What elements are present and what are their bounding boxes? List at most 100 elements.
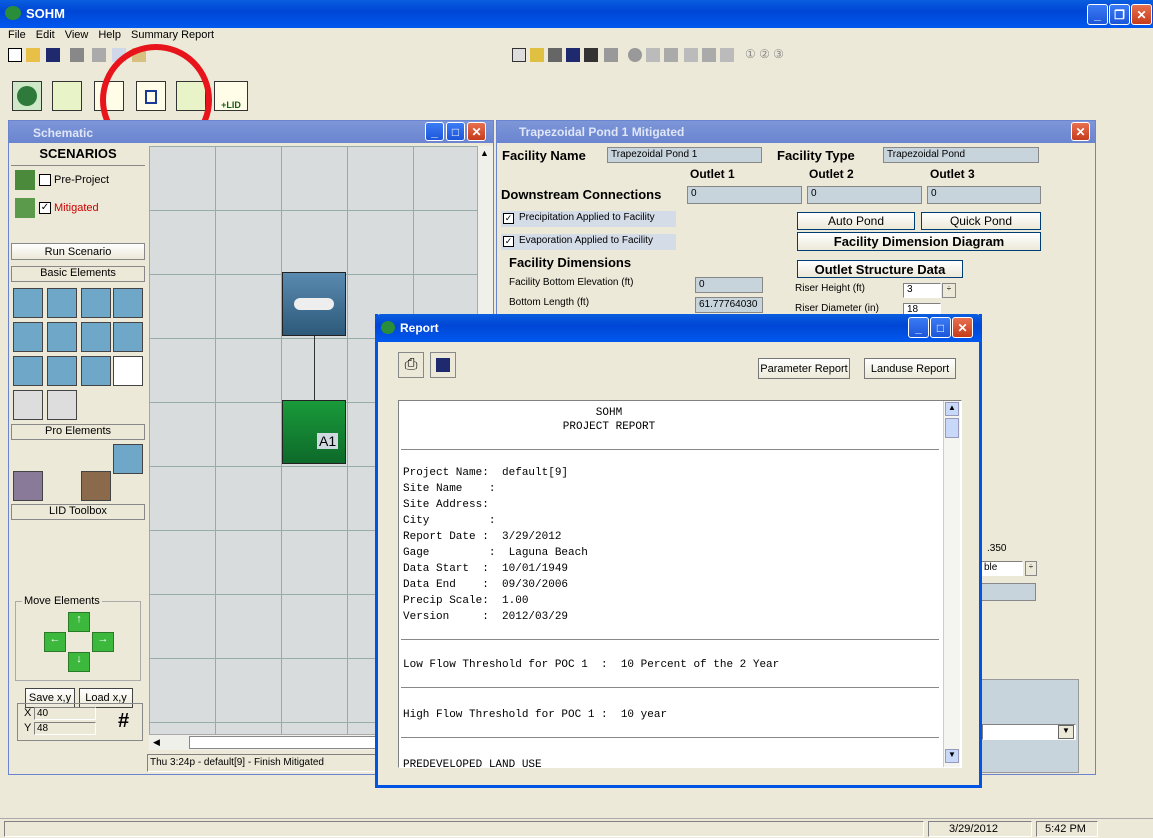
menu-help[interactable]: Help — [98, 29, 121, 45]
close-button[interactable]: ✕ — [1131, 4, 1152, 25]
trapezoidal-pond-icon[interactable] — [47, 288, 77, 318]
print2-icon[interactable] — [548, 48, 562, 62]
basin-icon[interactable] — [13, 288, 43, 318]
outlet3-label: Outlet 3 — [930, 167, 975, 181]
minimize-button[interactable]: _ — [1087, 4, 1108, 25]
schematic-minimize-button[interactable]: _ — [425, 122, 444, 141]
schematic-icon[interactable] — [52, 81, 82, 111]
basin-node-icon[interactable] — [282, 272, 346, 336]
partial-dropdown[interactable]: ble — [981, 561, 1023, 576]
report-divider-4 — [401, 737, 939, 738]
report-print-icon[interactable]: ⎙ — [398, 352, 424, 378]
bottom-length-label: Bottom Length (ft) — [509, 297, 590, 308]
arrow-left-icon[interactable]: ← — [44, 632, 66, 652]
quick-pond-button[interactable]: Quick Pond — [921, 212, 1041, 230]
swale-icon[interactable] — [13, 322, 43, 352]
scroll-left-icon[interactable]: ◀ — [153, 737, 160, 748]
lid-icon[interactable]: +LID — [214, 81, 248, 111]
run-scenario-button[interactable]: Run Scenario — [11, 243, 145, 260]
riser-height-input[interactable]: 3 — [903, 283, 941, 298]
tank-icon[interactable] — [113, 288, 143, 318]
grid-toggle-icon[interactable]: # — [118, 710, 129, 733]
menu-edit[interactable]: Edit — [36, 29, 55, 45]
pre-project-checkbox[interactable] — [39, 174, 51, 186]
evap-checkbox[interactable]: ✓ — [503, 236, 514, 247]
menu-summary-report[interactable]: Summary Report — [131, 29, 214, 45]
bioretention-icon[interactable] — [81, 356, 111, 386]
riser-height-spinner[interactable]: ÷ — [942, 283, 956, 298]
junction-icon[interactable] — [113, 356, 143, 386]
report-vscrollbar[interactable]: ▲ ▼ — [943, 401, 960, 767]
precip-checkbox-row[interactable]: ✓ Precipitation Applied to Facility — [501, 211, 676, 227]
report-scroll-down-icon[interactable]: ▼ — [945, 749, 959, 763]
app-icon — [5, 6, 21, 20]
evap-checkbox-row[interactable]: ✓ Evaporation Applied to Facility — [501, 234, 676, 250]
cut-icon[interactable] — [92, 48, 106, 62]
report-heading-1: SOHM — [595, 407, 623, 419]
downstream-outlet2[interactable]: 0 — [807, 186, 922, 204]
globe-icon[interactable] — [12, 81, 42, 111]
table-icon[interactable] — [584, 48, 598, 62]
cistern-icon[interactable] — [47, 390, 77, 420]
report-close-button[interactable]: ✕ — [952, 317, 973, 338]
menu-view[interactable]: View — [65, 29, 89, 45]
auto-pond-button[interactable]: Auto Pond — [797, 212, 915, 230]
restore-button[interactable]: ❐ — [1109, 4, 1130, 25]
bottom-length-input[interactable]: 61.77764030 — [695, 297, 763, 313]
pro-pond-icon[interactable] — [113, 444, 143, 474]
save-icon[interactable] — [46, 48, 60, 62]
pipe-icon[interactable] — [47, 322, 77, 352]
open-folder-icon[interactable] — [26, 48, 40, 62]
copy2-icon[interactable] — [530, 48, 544, 62]
menu-file[interactable]: File — [8, 29, 26, 45]
schematic-maximize-button[interactable]: □ — [446, 122, 465, 141]
print-icon[interactable] — [70, 48, 84, 62]
lid-green-roof-icon[interactable] — [13, 471, 43, 501]
infiltration-icon[interactable] — [13, 356, 43, 386]
save2-icon[interactable] — [566, 48, 580, 62]
mitigated-checkbox[interactable]: ✓ — [39, 202, 51, 214]
report-scroll-up-icon[interactable]: ▲ — [945, 402, 959, 416]
dimension-diagram-button[interactable]: Facility Dimension Diagram — [797, 232, 1041, 251]
channel-icon[interactable] — [81, 322, 111, 352]
dropdown-arrow-icon[interactable]: ▼ — [1058, 725, 1074, 739]
arrow-down-icon[interactable]: ↓ — [68, 652, 90, 672]
report-minimize-button[interactable]: _ — [908, 317, 929, 338]
gravel-trench-icon[interactable] — [47, 356, 77, 386]
pre-project-tree-icon — [15, 170, 35, 190]
scroll-up-icon[interactable]: ▲ — [480, 148, 489, 158]
new-file-icon[interactable] — [8, 48, 22, 62]
flow-splitter-icon[interactable] — [113, 322, 143, 352]
bottom-elev-label: Facility Bottom Elevation (ft) — [509, 277, 634, 288]
report-line-predeveloped: PREDEVELOPED LAND USE — [403, 759, 542, 768]
arrow-right-icon[interactable]: → — [92, 632, 114, 652]
vault-icon[interactable] — [81, 288, 111, 318]
parameter-report-button[interactable]: Parameter Report — [758, 358, 850, 379]
facility-name-input[interactable]: Trapezoidal Pond 1 — [607, 147, 762, 163]
facility-close-button[interactable]: ✕ — [1071, 122, 1090, 141]
partial-spinner[interactable]: ÷ — [1025, 561, 1037, 576]
mitigated-house-icon — [15, 198, 35, 218]
report-scroll-thumb[interactable] — [945, 418, 959, 438]
outlet-structure-button[interactable]: Outlet Structure Data — [797, 260, 963, 278]
pro-elements-label: Pro Elements — [11, 424, 145, 440]
report-save-icon[interactable] — [430, 352, 456, 378]
report-maximize-button[interactable]: □ — [930, 317, 951, 338]
irrigation-icon[interactable] — [13, 390, 43, 420]
landuse-report-button[interactable]: Landuse Report — [864, 358, 956, 379]
pond-node-icon[interactable]: A1 — [282, 400, 346, 464]
arrow-up-icon[interactable]: ↑ — [68, 612, 90, 632]
report-line-start: Data Start : 10/01/1949 — [403, 563, 569, 575]
report-divider-2 — [401, 639, 939, 640]
lid-permeable-icon[interactable] — [81, 471, 111, 501]
report-text-area[interactable]: SOHM PROJECT REPORT Project Name: defaul… — [398, 400, 962, 768]
schematic-close-button[interactable]: ✕ — [467, 122, 486, 141]
edit-icon[interactable] — [512, 48, 526, 62]
precip-checkbox[interactable]: ✓ — [503, 213, 514, 224]
bottom-elev-input[interactable]: 0 — [695, 277, 763, 293]
chart4-icon — [702, 48, 716, 62]
basic-elements-label: Basic Elements — [11, 266, 145, 282]
facility-titlebar: Trapezoidal Pond 1 Mitigated ✕ — [497, 121, 1095, 143]
downstream-outlet3[interactable]: 0 — [927, 186, 1041, 204]
downstream-outlet1[interactable]: 0 — [687, 186, 802, 204]
